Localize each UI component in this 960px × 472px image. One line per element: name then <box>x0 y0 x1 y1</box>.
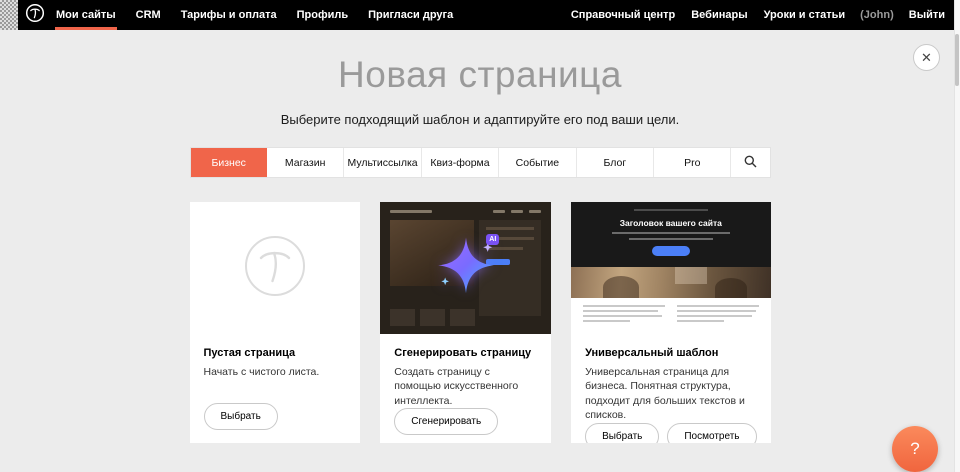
card-description: Создать страницу с помощью искусственног… <box>394 365 537 408</box>
logout-link[interactable]: Выйти <box>908 9 946 21</box>
card-body: Сгенерировать страницу Создать страницу … <box>380 334 551 443</box>
help-button[interactable]: ? <box>892 426 938 472</box>
template-grid: Пустая страница Начать с чистого листа. … <box>190 202 771 472</box>
card-description: Начать с чистого листа. <box>204 365 347 379</box>
nav-my-sites[interactable]: Мои сайты <box>55 0 117 30</box>
card-actions: Выбрать <box>204 403 347 430</box>
question-icon: ? <box>910 439 919 459</box>
preview-thumb <box>420 309 445 326</box>
tab-event[interactable]: Событие <box>499 148 576 177</box>
card-body: Пустая страница Начать с чистого листа. … <box>190 334 361 443</box>
universal-template-preview: Заголовок вашего сайта <box>571 202 770 334</box>
card-blank-page: Пустая страница Начать с чистого листа. … <box>190 202 361 443</box>
template-category-tabs: Бизнес Магазин Мультиссылка Квиз-форма С… <box>190 147 771 178</box>
tab-pro[interactable]: Pro <box>654 148 731 177</box>
top-nav: Мои сайты CRM Тарифы и оплата Профиль Пр… <box>0 0 960 30</box>
view-template-button[interactable]: Посмотреть <box>667 423 756 443</box>
preview-thumb <box>450 309 475 326</box>
tab-multilink[interactable]: Мультиссылка <box>344 148 421 177</box>
scrollbar-thumb[interactable] <box>955 34 959 86</box>
tab-blog[interactable]: Блог <box>577 148 654 177</box>
preview-decor <box>493 210 505 213</box>
preview-heading: Заголовок вашего сайта <box>571 218 770 228</box>
nav-profile[interactable]: Профиль <box>296 0 349 30</box>
card-actions: Выбрать Посмотреть <box>585 423 756 443</box>
preview-decor <box>511 210 523 213</box>
preview-nav-bar <box>634 209 708 211</box>
preview-hero: Заголовок вашего сайта <box>571 202 770 267</box>
close-button[interactable]: ✕ <box>913 44 940 71</box>
nav-tariffs[interactable]: Тарифы и оплата <box>180 0 278 30</box>
card-title: Сгенерировать страницу <box>394 347 537 359</box>
card-description: Универсальная страница для бизнеса. Поня… <box>585 365 756 423</box>
corner-pattern <box>0 0 18 30</box>
ai-badge: AI <box>486 234 499 245</box>
tab-quiz-form[interactable]: Квиз-форма <box>422 148 499 177</box>
card-body: Универсальный шаблон Универсальная стран… <box>571 334 770 443</box>
preview-cta-button <box>652 246 690 256</box>
preview-decor <box>390 210 432 213</box>
new-page-dialog: ✕ Новая страница Выберите подходящий шаб… <box>0 30 960 472</box>
nav-lessons[interactable]: Уроки и статьи <box>763 9 847 21</box>
tilda-watermark-icon <box>243 234 307 303</box>
search-icon <box>744 155 757 171</box>
ai-generate-preview: AI <box>380 202 551 334</box>
tab-search[interactable] <box>731 148 769 177</box>
preview-decor <box>529 210 541 213</box>
scrollbar-track <box>954 0 960 472</box>
nav-help-center[interactable]: Справочный центр <box>570 9 676 21</box>
preview-thumb <box>390 309 415 326</box>
tab-shop[interactable]: Магазин <box>267 148 344 177</box>
blank-page-preview <box>190 202 361 334</box>
card-universal-template: Заголовок вашего сайта <box>571 202 770 443</box>
preview-text-block <box>571 298 770 334</box>
tilda-logo[interactable] <box>18 0 55 30</box>
nav-invite-friend[interactable]: Пригласи друга <box>367 0 454 30</box>
choose-blank-button[interactable]: Выбрать <box>204 403 278 430</box>
nav-webinars[interactable]: Вебинары <box>690 9 748 21</box>
card-title: Универсальный шаблон <box>585 347 756 359</box>
tilda-logo-icon <box>25 3 45 28</box>
nav-crm[interactable]: CRM <box>135 0 162 30</box>
page-subtitle: Выберите подходящий шаблон и адаптируйте… <box>0 112 960 127</box>
tab-business[interactable]: Бизнес <box>191 148 267 177</box>
card-actions: Сгенерировать <box>394 408 537 435</box>
close-icon: ✕ <box>921 50 932 66</box>
card-title: Пустая страница <box>204 347 347 359</box>
page-title: Новая страница <box>0 54 960 96</box>
preview-photo <box>571 267 770 298</box>
user-name: (John) <box>860 9 894 21</box>
card-generate-page: AI Сгенерировать страницу Создать страни… <box>380 202 551 443</box>
secondary-menu: Справочный центр Вебинары Уроки и статьи… <box>570 0 960 30</box>
generate-button[interactable]: Сгенерировать <box>394 408 498 435</box>
main-menu: Мои сайты CRM Тарифы и оплата Профиль Пр… <box>55 0 454 30</box>
choose-template-button[interactable]: Выбрать <box>585 423 659 443</box>
